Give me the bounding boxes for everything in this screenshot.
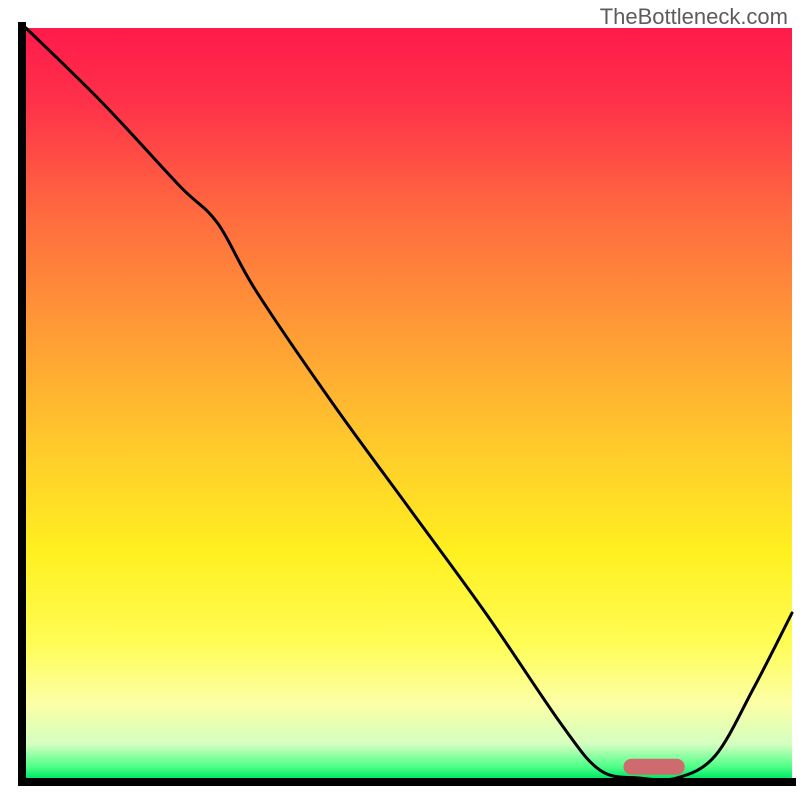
plot-background bbox=[26, 28, 792, 778]
watermark-text: TheBottleneck.com bbox=[600, 4, 788, 30]
chart-svg bbox=[0, 0, 800, 800]
optimal-range-marker bbox=[623, 759, 684, 775]
chart-container: TheBottleneck.com bbox=[0, 0, 800, 800]
